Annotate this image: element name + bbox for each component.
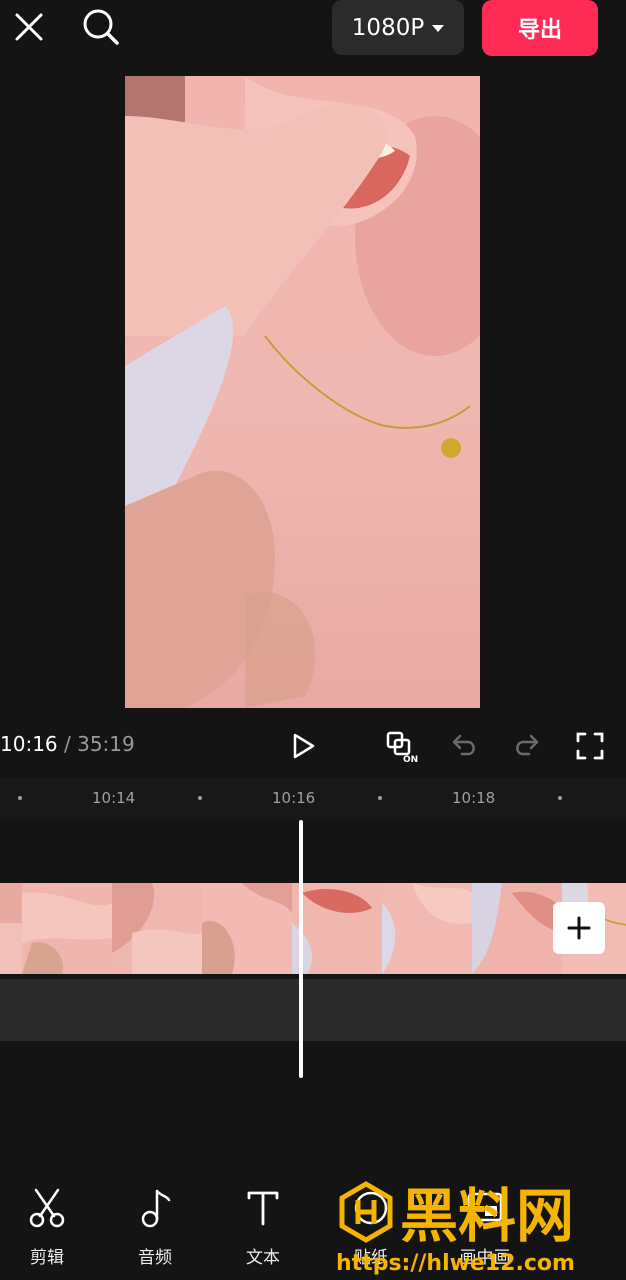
watermark-logo: 黑料网 https://hlwe12.com — [336, 1181, 575, 1276]
ruler-tick: 10:18 — [452, 789, 496, 807]
clip-thumbnail — [382, 883, 472, 974]
clip-thumbnail — [292, 883, 382, 974]
video-preview[interactable] — [125, 76, 480, 708]
plus-icon — [567, 916, 591, 940]
time-separator: / — [64, 732, 71, 756]
clip-thumbnail — [202, 883, 292, 974]
undo-icon[interactable] — [444, 726, 484, 766]
watermark-url: https://hlwe12.com — [336, 1251, 575, 1276]
play-icon[interactable] — [283, 726, 323, 766]
resolution-dropdown[interactable]: 1080P — [332, 0, 464, 55]
ruler-dot — [198, 796, 202, 800]
music-note-icon — [132, 1185, 178, 1231]
timeline[interactable] — [0, 820, 626, 1120]
add-clip-button[interactable] — [553, 902, 605, 954]
playhead[interactable] — [299, 820, 303, 1078]
close-icon[interactable] — [8, 6, 50, 48]
ruler-tick: 10:14 — [92, 789, 136, 807]
ruler-dot — [378, 796, 382, 800]
video-clip-track[interactable] — [0, 883, 626, 974]
redo-icon[interactable] — [507, 726, 547, 766]
watermark-text: 黑料网 — [400, 1182, 574, 1250]
watermark: 黑料网 https://hlwe12.com — [332, 1178, 626, 1280]
secondary-track[interactable] — [0, 979, 626, 1041]
tool-edit[interactable]: 剪辑 — [12, 1185, 82, 1275]
total-time: 35:19 — [77, 732, 135, 756]
tool-label: 剪辑 — [30, 1248, 64, 1268]
search-icon[interactable] — [78, 4, 124, 50]
tool-audio[interactable]: 音频 — [120, 1185, 190, 1275]
current-time: 10:16 — [0, 732, 58, 756]
video-frame-image — [125, 76, 480, 708]
clip-thumbnail — [472, 883, 562, 974]
mirror-on-icon[interactable]: ON — [382, 726, 422, 766]
caret-down-icon — [432, 25, 445, 32]
clip-thumbnail — [0, 883, 22, 974]
export-button[interactable]: 导出 — [482, 0, 598, 56]
tool-label: 音频 — [138, 1248, 172, 1268]
clip-thumbnail — [112, 883, 202, 974]
ruler-dot — [558, 796, 562, 800]
ruler-dot — [18, 796, 22, 800]
svg-text:ON: ON — [403, 755, 418, 764]
time-display: 10:16 / 35:19 — [0, 732, 135, 756]
text-icon — [240, 1185, 286, 1231]
clip-thumbnail — [22, 883, 112, 974]
time-ruler[interactable]: 10:14 10:16 10:18 — [0, 778, 626, 820]
top-bar: 1080P 导出 — [0, 0, 626, 62]
tool-text[interactable]: 文本 — [228, 1185, 298, 1275]
playback-controls: 10:16 / 35:19 ON — [0, 720, 626, 770]
scissors-icon — [24, 1185, 70, 1231]
ruler-tick: 10:16 — [272, 789, 316, 807]
resolution-label: 1080P — [351, 14, 425, 41]
fullscreen-icon[interactable] — [570, 726, 610, 766]
tool-label: 文本 — [246, 1248, 280, 1268]
